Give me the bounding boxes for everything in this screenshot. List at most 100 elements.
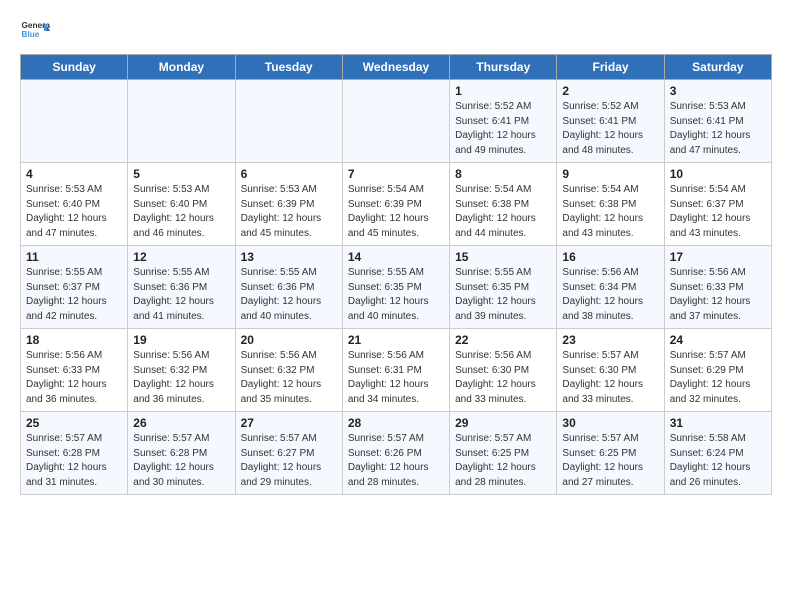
day-info: Sunrise: 5:57 AM Sunset: 6:25 PM Dayligh… xyxy=(455,432,551,490)
calendar-cell: 29 Sunrise: 5:57 AM Sunset: 6:25 PM Dayli… xyxy=(450,412,557,495)
weekday-header-wednesday: Wednesday xyxy=(342,55,449,80)
day-info: Sunrise: 5:54 AM Sunset: 6:39 PM Dayligh… xyxy=(348,183,444,241)
weekday-header-sunday: Sunday xyxy=(21,55,128,80)
day-info: Sunrise: 5:55 AM Sunset: 6:35 PM Dayligh… xyxy=(455,266,551,324)
day-number: 14 xyxy=(348,250,444,264)
calendar-cell: 24 Sunrise: 5:57 AM Sunset: 6:29 PM Dayli… xyxy=(664,329,771,412)
day-info: Sunrise: 5:57 AM Sunset: 6:29 PM Dayligh… xyxy=(670,349,766,407)
day-info: Sunrise: 5:56 AM Sunset: 6:32 PM Dayligh… xyxy=(133,349,229,407)
day-number: 22 xyxy=(455,333,551,347)
calendar-week-4: 18 Sunrise: 5:56 AM Sunset: 6:33 PM Dayli… xyxy=(21,329,772,412)
logo-icon: General Blue xyxy=(20,16,50,46)
day-info: Sunrise: 5:57 AM Sunset: 6:25 PM Dayligh… xyxy=(562,432,658,490)
day-info: Sunrise: 5:57 AM Sunset: 6:28 PM Dayligh… xyxy=(133,432,229,490)
calendar-cell xyxy=(342,80,449,163)
day-info: Sunrise: 5:54 AM Sunset: 6:37 PM Dayligh… xyxy=(670,183,766,241)
svg-text:Blue: Blue xyxy=(22,30,40,39)
calendar-cell: 5Sunrise: 5:53 AM Sunset: 6:40 PM Daylig… xyxy=(128,163,235,246)
day-info: Sunrise: 5:55 AM Sunset: 6:35 PM Dayligh… xyxy=(348,266,444,324)
day-info: Sunrise: 5:56 AM Sunset: 6:30 PM Dayligh… xyxy=(455,349,551,407)
day-info: Sunrise: 5:52 AM Sunset: 6:41 PM Dayligh… xyxy=(562,100,658,158)
calendar-cell xyxy=(128,80,235,163)
calendar-cell: 7 Sunrise: 5:54 AM Sunset: 6:39 PM Daylig… xyxy=(342,163,449,246)
calendar-week-1: 1 Sunrise: 5:52 AM Sunset: 6:41 PM Daylig… xyxy=(21,80,772,163)
day-info: Sunrise: 5:58 AM Sunset: 6:24 PM Dayligh… xyxy=(670,432,766,490)
day-number: 8 xyxy=(455,167,551,181)
day-info: Sunrise: 5:53 AM Sunset: 6:40 PM Dayligh… xyxy=(26,183,122,241)
weekday-header-monday: Monday xyxy=(128,55,235,80)
day-info: Sunrise: 5:52 AM Sunset: 6:41 PM Dayligh… xyxy=(455,100,551,158)
calendar-cell: 20 Sunrise: 5:56 AM Sunset: 6:32 PM Dayli… xyxy=(235,329,342,412)
day-number: 16 xyxy=(562,250,658,264)
day-info: Sunrise: 5:56 AM Sunset: 6:33 PM Dayligh… xyxy=(670,266,766,324)
day-number: 29 xyxy=(455,416,551,430)
calendar-cell: 21Sunrise: 5:56 AM Sunset: 6:31 PM Dayli… xyxy=(342,329,449,412)
day-info: Sunrise: 5:57 AM Sunset: 6:30 PM Dayligh… xyxy=(562,349,658,407)
day-info: Sunrise: 5:56 AM Sunset: 6:32 PM Dayligh… xyxy=(241,349,337,407)
calendar-cell xyxy=(235,80,342,163)
calendar-cell: 23 Sunrise: 5:57 AM Sunset: 6:30 PM Dayli… xyxy=(557,329,664,412)
day-number: 15 xyxy=(455,250,551,264)
calendar-cell: 18 Sunrise: 5:56 AM Sunset: 6:33 PM Dayli… xyxy=(21,329,128,412)
calendar-cell: 30 Sunrise: 5:57 AM Sunset: 6:25 PM Dayli… xyxy=(557,412,664,495)
day-number: 28 xyxy=(348,416,444,430)
header: General Blue xyxy=(20,16,772,46)
calendar-cell: 3 Sunrise: 5:53 AM Sunset: 6:41 PM Daylig… xyxy=(664,80,771,163)
day-number: 4 xyxy=(26,167,122,181)
calendar-cell: 28Sunrise: 5:57 AM Sunset: 6:26 PM Dayli… xyxy=(342,412,449,495)
weekday-header-tuesday: Tuesday xyxy=(235,55,342,80)
day-number: 31 xyxy=(670,416,766,430)
day-info: Sunrise: 5:56 AM Sunset: 6:34 PM Dayligh… xyxy=(562,266,658,324)
day-info: Sunrise: 5:53 AM Sunset: 6:41 PM Dayligh… xyxy=(670,100,766,158)
calendar-week-3: 11 Sunrise: 5:55 AM Sunset: 6:37 PM Dayli… xyxy=(21,246,772,329)
calendar-cell: 11 Sunrise: 5:55 AM Sunset: 6:37 PM Dayli… xyxy=(21,246,128,329)
day-number: 2 xyxy=(562,84,658,98)
day-info: Sunrise: 5:55 AM Sunset: 6:37 PM Dayligh… xyxy=(26,266,122,324)
calendar-week-5: 25 Sunrise: 5:57 AM Sunset: 6:28 PM Dayli… xyxy=(21,412,772,495)
day-number: 6 xyxy=(241,167,337,181)
day-info: Sunrise: 5:56 AM Sunset: 6:33 PM Dayligh… xyxy=(26,349,122,407)
day-info: Sunrise: 5:57 AM Sunset: 6:28 PM Dayligh… xyxy=(26,432,122,490)
day-number: 1 xyxy=(455,84,551,98)
calendar-cell: 26 Sunrise: 5:57 AM Sunset: 6:28 PM Dayli… xyxy=(128,412,235,495)
day-number: 9 xyxy=(562,167,658,181)
calendar-header: SundayMondayTuesdayWednesdayThursdayFrid… xyxy=(21,55,772,80)
weekday-header-thursday: Thursday xyxy=(450,55,557,80)
day-number: 21 xyxy=(348,333,444,347)
day-number: 18 xyxy=(26,333,122,347)
calendar-cell: 25 Sunrise: 5:57 AM Sunset: 6:28 PM Dayli… xyxy=(21,412,128,495)
calendar-cell: 22 Sunrise: 5:56 AM Sunset: 6:30 PM Dayli… xyxy=(450,329,557,412)
day-number: 7 xyxy=(348,167,444,181)
day-info: Sunrise: 5:55 AM Sunset: 6:36 PM Dayligh… xyxy=(133,266,229,324)
calendar-cell: 8 Sunrise: 5:54 AM Sunset: 6:38 PM Daylig… xyxy=(450,163,557,246)
calendar-cell: 9Sunrise: 5:54 AM Sunset: 6:38 PM Daylig… xyxy=(557,163,664,246)
day-info: Sunrise: 5:57 AM Sunset: 6:27 PM Dayligh… xyxy=(241,432,337,490)
weekday-header-friday: Friday xyxy=(557,55,664,80)
day-number: 25 xyxy=(26,416,122,430)
calendar-cell: 6Sunrise: 5:53 AM Sunset: 6:39 PM Daylig… xyxy=(235,163,342,246)
day-number: 20 xyxy=(241,333,337,347)
day-number: 30 xyxy=(562,416,658,430)
day-number: 23 xyxy=(562,333,658,347)
day-number: 19 xyxy=(133,333,229,347)
day-info: Sunrise: 5:54 AM Sunset: 6:38 PM Dayligh… xyxy=(455,183,551,241)
weekday-row: SundayMondayTuesdayWednesdayThursdayFrid… xyxy=(21,55,772,80)
calendar-cell: 13Sunrise: 5:55 AM Sunset: 6:36 PM Dayli… xyxy=(235,246,342,329)
calendar-cell: 16 Sunrise: 5:56 AM Sunset: 6:34 PM Dayli… xyxy=(557,246,664,329)
day-number: 24 xyxy=(670,333,766,347)
calendar-cell: 15 Sunrise: 5:55 AM Sunset: 6:35 PM Dayli… xyxy=(450,246,557,329)
calendar-cell: 2 Sunrise: 5:52 AM Sunset: 6:41 PM Daylig… xyxy=(557,80,664,163)
day-number: 10 xyxy=(670,167,766,181)
day-number: 26 xyxy=(133,416,229,430)
calendar-cell xyxy=(21,80,128,163)
day-number: 11 xyxy=(26,250,122,264)
day-info: Sunrise: 5:55 AM Sunset: 6:36 PM Dayligh… xyxy=(241,266,337,324)
calendar-cell: 14 Sunrise: 5:55 AM Sunset: 6:35 PM Dayli… xyxy=(342,246,449,329)
day-number: 5 xyxy=(133,167,229,181)
day-number: 3 xyxy=(670,84,766,98)
day-number: 27 xyxy=(241,416,337,430)
calendar-cell: 19 Sunrise: 5:56 AM Sunset: 6:32 PM Dayli… xyxy=(128,329,235,412)
calendar-cell: 17Sunrise: 5:56 AM Sunset: 6:33 PM Dayli… xyxy=(664,246,771,329)
calendar-cell: 1 Sunrise: 5:52 AM Sunset: 6:41 PM Daylig… xyxy=(450,80,557,163)
calendar-body: 1 Sunrise: 5:52 AM Sunset: 6:41 PM Daylig… xyxy=(21,80,772,495)
